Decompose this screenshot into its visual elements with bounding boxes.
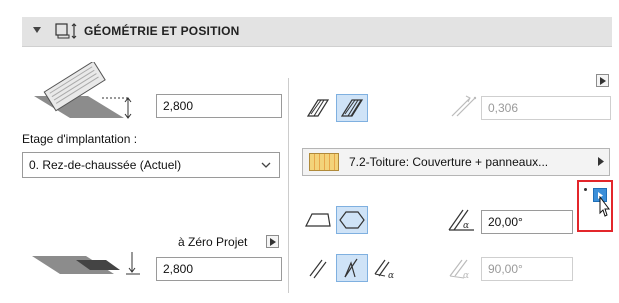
- edge-perpendicular-icon: [344, 258, 358, 278]
- bottom-height-field[interactable]: 2,800: [156, 257, 282, 281]
- edge-angle-field: 90,00°: [481, 257, 573, 281]
- material-selector[interactable]: 7.2-Toiture: Couverture + panneaux...: [302, 148, 610, 176]
- trapezoid-icon: [305, 213, 331, 227]
- hatched-roof-option-selected[interactable]: [336, 94, 368, 122]
- roof-thickness-icon: [451, 95, 477, 117]
- roof-bottom-height-icon: [32, 252, 140, 275]
- thickness-field: 0,306: [481, 96, 611, 120]
- hatched-roof-option[interactable]: [302, 94, 334, 122]
- hatched-roof-icon: [306, 99, 330, 117]
- expand-settings-button[interactable]: [596, 74, 609, 87]
- geometry-position-icon: [55, 23, 77, 39]
- edge-vertical-option[interactable]: [302, 254, 334, 282]
- edge-perpendicular-option[interactable]: [336, 254, 368, 282]
- svg-text:α: α: [463, 221, 469, 231]
- story-select-value: 0. Rez-de-chaussée (Actuel): [29, 158, 182, 172]
- roof-shape-pitched-option[interactable]: [336, 206, 368, 234]
- triangle-right-icon: [270, 238, 276, 246]
- hatched-roof-alt-icon: [340, 99, 364, 117]
- story-label: Etage d'implantation :: [22, 132, 138, 146]
- pitch-angle-field[interactable]: 20,00°: [481, 210, 573, 234]
- panel-title: GÉOMÉTRIE ET POSITION: [84, 24, 240, 38]
- edge-custom-angle-option[interactable]: α: [370, 254, 402, 282]
- chevron-down-icon: [261, 162, 271, 168]
- story-select[interactable]: 0. Rez-de-chaussée (Actuel): [22, 152, 280, 178]
- edge-slope-icon: [309, 259, 327, 279]
- pitch-angle-icon: α: [448, 209, 474, 231]
- edge-angle-icon: α: [374, 259, 394, 281]
- roof-top-height-icon: [34, 62, 132, 119]
- reference-label: à Zéro Projet: [178, 235, 248, 249]
- top-height-field[interactable]: 2,800: [156, 94, 282, 118]
- triangle-down-icon[interactable]: [32, 26, 42, 34]
- dot-marker: [584, 188, 587, 191]
- svg-text:α: α: [388, 271, 394, 281]
- panel-header[interactable]: GÉOMÉTRIE ET POSITION: [22, 17, 612, 47]
- pitched-shape-icon: [339, 211, 365, 229]
- reference-menu-button[interactable]: [266, 235, 279, 248]
- roof-shape-flat-option[interactable]: [302, 206, 334, 234]
- column-divider: [288, 78, 289, 293]
- svg-text:α: α: [463, 271, 469, 281]
- edge-angle-disabled-icon: α: [449, 259, 469, 281]
- material-name: 7.2-Toiture: Couverture + panneaux...: [349, 155, 549, 169]
- triangle-right-icon: [600, 77, 606, 85]
- mouse-cursor-icon: [599, 196, 610, 217]
- material-swatch: [309, 153, 339, 171]
- triangle-right-icon: [598, 157, 604, 166]
